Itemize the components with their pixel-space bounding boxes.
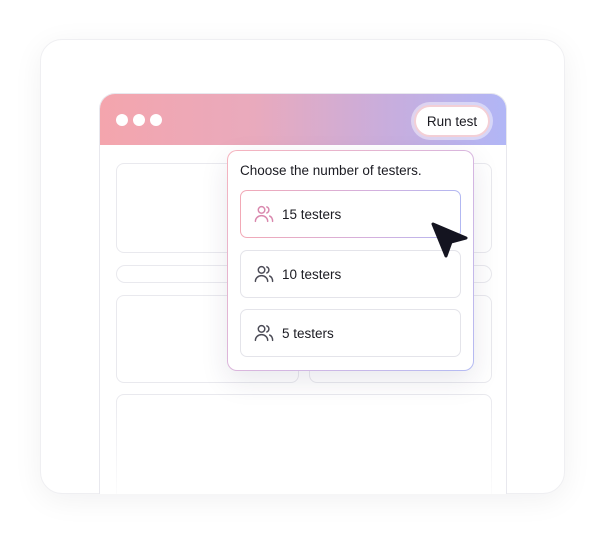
window-titlebar: Run test [100, 94, 506, 145]
option-5-testers[interactable]: 5 testers [240, 309, 461, 357]
option-15-testers[interactable]: 15 testers [240, 190, 461, 238]
illustration-stage: Run test Choose the number of testers. 1… [0, 0, 603, 533]
bottom-fade [100, 394, 506, 494]
window-dot-icon [133, 114, 145, 126]
run-test-button[interactable]: Run test [414, 105, 490, 137]
window-dot-icon [116, 114, 128, 126]
users-icon [253, 322, 275, 344]
window-dot-icon [150, 114, 162, 126]
option-label: 10 testers [282, 266, 342, 282]
option-10-testers[interactable]: 10 testers [240, 250, 461, 298]
mouse-pointer-icon [431, 222, 468, 258]
popup-title: Choose the number of testers. [240, 163, 422, 178]
option-label: 5 testers [282, 325, 334, 341]
option-label: 15 testers [282, 206, 342, 222]
users-icon [253, 263, 275, 285]
users-icon [253, 203, 275, 225]
tester-count-popup: Choose the number of testers. 15 testers [227, 150, 474, 371]
